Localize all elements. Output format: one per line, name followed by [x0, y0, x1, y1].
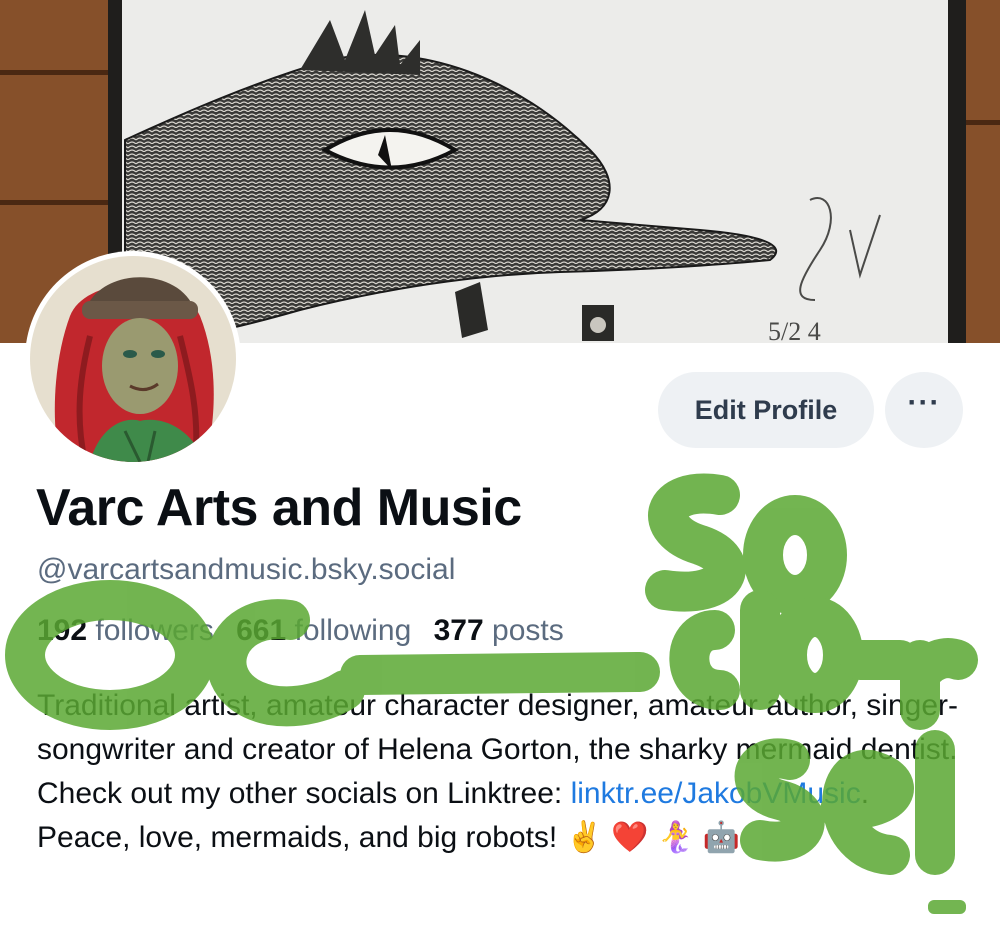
ellipsis-icon: ···: [907, 386, 941, 419]
posts-label: posts: [492, 614, 564, 647]
following-label: following: [294, 614, 412, 647]
bio-emoji: ✌️ ❤️ 🧜‍♀️ 🤖: [565, 821, 741, 854]
display-name: Varc Arts and Music: [36, 479, 522, 537]
posts-stat: 377 posts: [434, 614, 564, 647]
banner-signature-date: 5/2 4: [768, 317, 821, 343]
followers-link[interactable]: 192 followers: [37, 614, 214, 647]
more-options-button[interactable]: ···: [885, 372, 963, 448]
avatar[interactable]: [25, 251, 241, 467]
profile-handle: @varcartsandmusic.bsky.social: [37, 553, 456, 586]
following-count: 661: [236, 614, 287, 647]
posts-count: 377: [433, 614, 484, 647]
following-link[interactable]: 661 following: [236, 614, 411, 647]
linktree-link[interactable]: linktr.ee/JakobVMusic: [571, 777, 861, 810]
edit-profile-button[interactable]: Edit Profile: [658, 372, 874, 448]
profile-stats: 192 followers 661 following 377 posts: [37, 614, 578, 648]
followers-label: followers: [95, 614, 214, 647]
followers-count: 192: [37, 614, 88, 647]
profile-bio: Traditional artist, amateur character de…: [37, 684, 967, 860]
